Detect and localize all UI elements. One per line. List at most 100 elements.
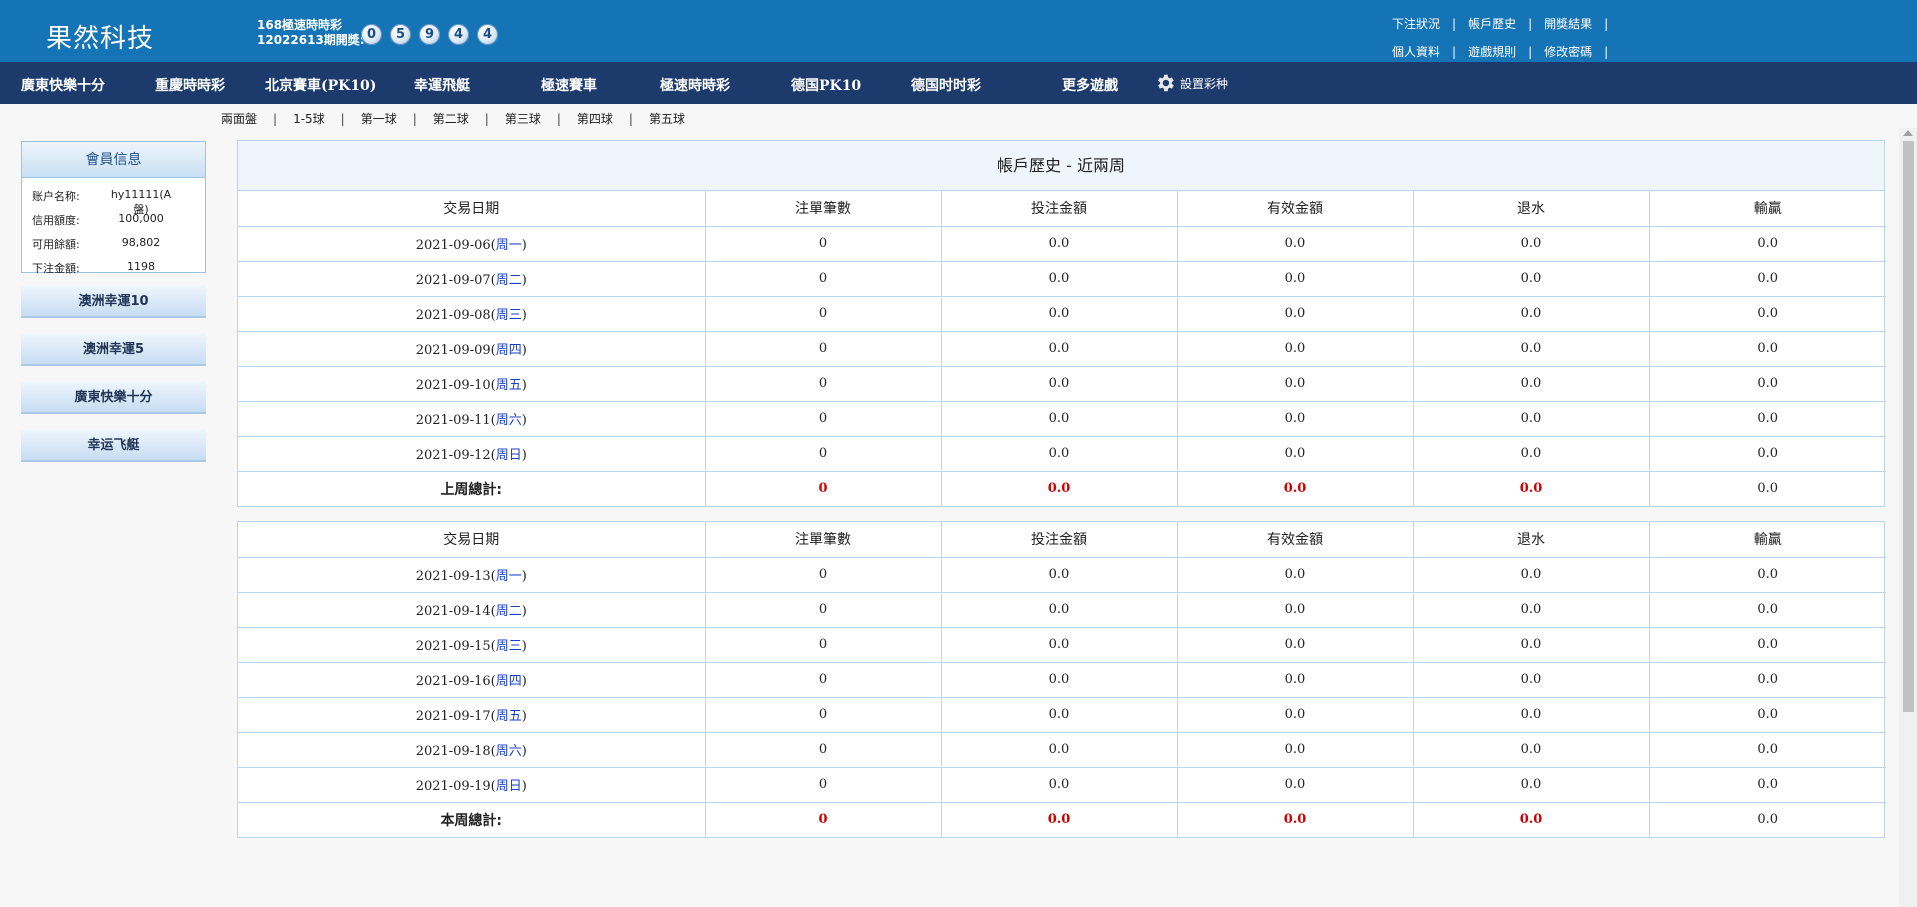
subnav-balls-1-5[interactable]: 1-5球 xyxy=(293,110,325,127)
weekday-link[interactable]: 周二 xyxy=(496,273,522,288)
col-header-bet: 投注金額 xyxy=(941,191,1178,227)
table-row: 2021-09-09(周四) 0 0.0 0.0 0.0 0.0 xyxy=(238,331,1886,367)
settings-button[interactable]: 設置彩种 xyxy=(1154,72,1228,94)
sidebar-button-gd-klsf[interactable]: 廣東快樂十分 xyxy=(21,382,206,414)
weekday-link[interactable]: 周五 xyxy=(496,709,522,724)
subnav-ball-4[interactable]: 第四球 xyxy=(577,110,613,127)
cell-bet: 0.0 xyxy=(941,226,1178,262)
cell-win: 0.0 xyxy=(1649,296,1886,332)
weekday-link[interactable]: 周六 xyxy=(496,413,522,428)
cell-count: 0 xyxy=(705,592,942,628)
history-panel-this-week: 交易日期 注單筆數 投注金額 有效金額 退水 輸贏 2021-09-13(周一)… xyxy=(237,521,1886,838)
history-table-this-week: 交易日期 注單筆數 投注金額 有效金額 退水 輸贏 2021-09-13(周一)… xyxy=(238,522,1886,837)
total-valid: 0.0 xyxy=(1177,802,1414,837)
subnav-ball-1[interactable]: 第一球 xyxy=(361,110,397,127)
draw-label: 12022613期開獎: xyxy=(257,33,365,47)
subnav-ball-5[interactable]: 第五球 xyxy=(649,110,685,127)
weekday-link[interactable]: 周六 xyxy=(496,744,522,759)
nav-item-de-pk10[interactable]: 德国PK10 xyxy=(791,75,861,95)
cell-valid: 0.0 xyxy=(1177,296,1414,332)
scroll-thumb[interactable] xyxy=(1903,141,1914,712)
cell-valid: 0.0 xyxy=(1177,697,1414,733)
weekday-link[interactable]: 周二 xyxy=(496,604,522,619)
draw-results-link[interactable]: 開獎結果 xyxy=(1544,15,1592,32)
cell-date: 2021-09-12(周日) xyxy=(238,436,706,472)
cell-bet: 0.0 xyxy=(941,627,1178,663)
game-rules-link[interactable]: 遊戲規則 xyxy=(1468,43,1516,60)
cell-count: 0 xyxy=(705,401,942,437)
weekday-link[interactable]: 周日 xyxy=(496,448,522,463)
member-row-balance: 可用餘額: 98,802 xyxy=(32,236,176,252)
history-panel-last-week: 帳戶歷史 - 近兩周 交易日期 注單筆數 投注金額 有效金額 退水 輸贏 202… xyxy=(237,140,1886,507)
cell-count: 0 xyxy=(705,366,942,402)
subnav-ball-2[interactable]: 第二球 xyxy=(433,110,469,127)
sidebar-button-au-lucky5[interactable]: 澳洲幸運5 xyxy=(21,334,206,366)
cell-count: 0 xyxy=(705,261,942,297)
sidebar-button-au-lucky10[interactable]: 澳洲幸運10 xyxy=(21,286,206,318)
cell-count: 0 xyxy=(705,331,942,367)
subnav-two-sides[interactable]: 兩面盤 xyxy=(221,110,257,127)
cell-rebate: 0.0 xyxy=(1413,732,1650,768)
account-history-link[interactable]: 帳戶歷史 xyxy=(1468,15,1516,32)
col-header-valid: 有效金額 xyxy=(1177,522,1414,558)
cell-win: 0.0 xyxy=(1649,697,1886,733)
vertical-scrollbar[interactable] xyxy=(1899,128,1917,907)
date-text: 2021-09-19( xyxy=(415,779,496,794)
total-valid: 0.0 xyxy=(1177,471,1414,506)
cell-bet: 0.0 xyxy=(941,436,1178,472)
cell-rebate: 0.0 xyxy=(1413,557,1650,593)
nav-item-more-games[interactable]: 更多遊戲 xyxy=(1062,75,1118,95)
date-text: 2021-09-14( xyxy=(415,604,496,619)
divider: | xyxy=(1452,44,1457,59)
nav-item-gd-klsf[interactable]: 廣東快樂十分 xyxy=(21,75,105,95)
weekday-link[interactable]: 周四 xyxy=(496,343,522,358)
cell-date: 2021-09-18(周六) xyxy=(238,732,706,768)
date-close: ) xyxy=(521,709,527,724)
weekday-link[interactable]: 周日 xyxy=(496,779,522,794)
col-header-date: 交易日期 xyxy=(238,522,706,558)
cell-win: 0.0 xyxy=(1649,331,1886,367)
cell-rebate: 0.0 xyxy=(1413,627,1650,663)
nav-item-lucky-boat[interactable]: 幸運飛艇 xyxy=(414,75,470,95)
table-row: 2021-09-15(周三) 0 0.0 0.0 0.0 0.0 xyxy=(238,627,1886,663)
scroll-up-arrow-icon[interactable] xyxy=(1903,130,1913,136)
weekday-link[interactable]: 周一 xyxy=(496,569,522,584)
weekday-link[interactable]: 周一 xyxy=(496,238,522,253)
nav-item-speed-racing[interactable]: 極速賽車 xyxy=(541,75,597,95)
table-row: 2021-09-11(周六) 0 0.0 0.0 0.0 0.0 xyxy=(238,401,1886,437)
cell-valid: 0.0 xyxy=(1177,767,1414,803)
cell-bet: 0.0 xyxy=(941,296,1178,332)
change-password-link[interactable]: 修改密碼 xyxy=(1544,43,1592,60)
cell-rebate: 0.0 xyxy=(1413,436,1650,472)
nav-item-cq-ssc[interactable]: 重慶時時彩 xyxy=(155,75,225,95)
nav-item-de-ssc[interactable]: 德国时时彩 xyxy=(911,75,981,95)
bet-status-link[interactable]: 下注狀況 xyxy=(1392,15,1440,32)
cell-rebate: 0.0 xyxy=(1413,697,1650,733)
top-links-row1: 下注狀況 | 帳戶歷史 | 開獎結果 | xyxy=(1392,15,1620,32)
divider: | xyxy=(628,111,633,126)
cell-date: 2021-09-07(周二) xyxy=(238,261,706,297)
weekday-link[interactable]: 周三 xyxy=(496,308,522,323)
weekday-link[interactable]: 周四 xyxy=(496,674,522,689)
sidebar-button-lucky-boat[interactable]: 幸运飞艇 xyxy=(21,430,206,462)
cell-count: 0 xyxy=(705,627,942,663)
total-label: 本周總計: xyxy=(238,802,706,837)
table-row: 2021-09-16(周四) 0 0.0 0.0 0.0 0.0 xyxy=(238,662,1886,698)
table-row: 2021-09-13(周一) 0 0.0 0.0 0.0 0.0 xyxy=(238,557,1886,593)
cell-win: 0.0 xyxy=(1649,767,1886,803)
date-close: ) xyxy=(521,308,527,323)
weekday-link[interactable]: 周三 xyxy=(496,639,522,654)
sub-nav: 兩面盤 | 1-5球 | 第一球 | 第二球 | 第三球 | 第四球 | 第五球 xyxy=(221,110,685,127)
cell-date: 2021-09-10(周五) xyxy=(238,366,706,402)
weekday-link[interactable]: 周五 xyxy=(496,378,522,393)
nav-item-speed-ssc[interactable]: 極速時時彩 xyxy=(660,75,730,95)
row-value: 100,000 xyxy=(118,212,164,225)
table-row: 2021-09-19(周日) 0 0.0 0.0 0.0 0.0 xyxy=(238,767,1886,803)
profile-link[interactable]: 個人資料 xyxy=(1392,43,1440,60)
nav-item-bj-pk10[interactable]: 北京賽車(PK10) xyxy=(265,75,376,95)
subnav-ball-3[interactable]: 第三球 xyxy=(505,110,541,127)
cell-win: 0.0 xyxy=(1649,732,1886,768)
draw-ball: 5 xyxy=(390,24,411,45)
cell-date: 2021-09-09(周四) xyxy=(238,331,706,367)
date-close: ) xyxy=(521,448,527,463)
